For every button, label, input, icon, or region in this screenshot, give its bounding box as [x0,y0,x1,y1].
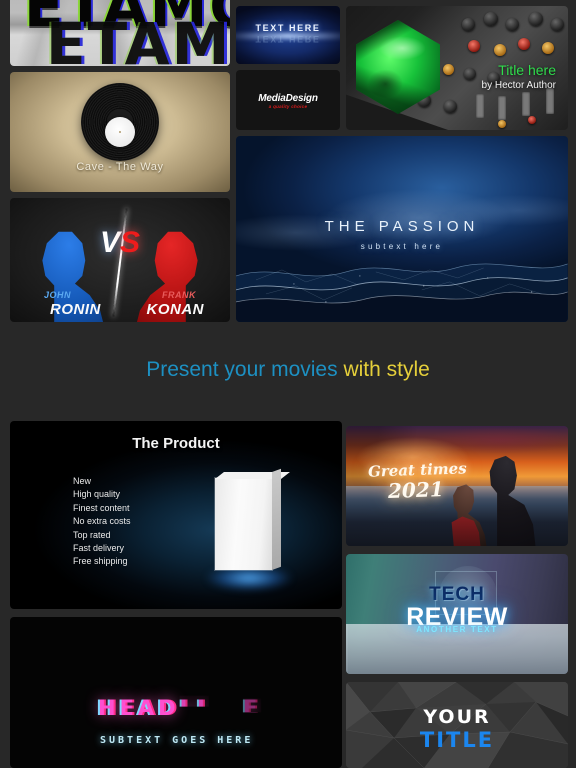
list-item: Fast delivery [73,543,125,554]
list-item: Free shipping [73,556,128,567]
text-here-reflection: TEXT HERE [255,33,321,44]
glitch-subtitle: SUBTEXT GOES HERE [100,734,254,746]
your-title-line-two: TITLE [419,727,495,752]
product-title: The Product [132,435,220,452]
list-item: High quality [73,489,121,500]
tech-line-three: ANOTHER TEXT [416,624,498,634]
card-the-passion[interactable]: THE PASSION subtext here [236,136,568,322]
card-vinyl-record[interactable]: Cave - The Way [10,72,230,192]
card-chrome-text[interactable]: ETAMO ETAMO [10,0,230,66]
list-item: No extra costs [73,516,131,527]
your-title-line-one: YOUR [423,706,491,729]
left-last-name: RONIN [50,301,101,318]
sunset-line-two: 2021 [387,476,445,503]
card-the-product[interactable]: The Product New High quality Finest cont… [10,421,342,609]
mixer-title: Title here [498,62,556,78]
card-versus[interactable]: VS JOHN RONIN FRANK KONAN [10,198,230,322]
product-feature-list: New High quality Finest content No extra… [73,475,131,569]
right-first-name: FRANK [162,290,196,300]
vs-letter-v: V [99,225,120,259]
card-audio-mixer[interactable]: Title here by Hector Author [346,6,568,130]
vinyl-label [105,117,135,147]
passion-subtitle: subtext here [360,242,444,252]
mixer-author: by Hector Author [481,80,556,91]
card-headline-glitch[interactable]: HEADLI E SUBTEXT GOES HERE [10,617,342,768]
text-here-title: TEXT HERE [255,23,321,34]
headline-part-two: with style [343,358,430,381]
glitch-title-part-c: E [242,695,262,720]
glitch-title-part-b: LI [179,695,209,720]
page-headline: Present your movies with style [0,358,576,382]
card-text-here[interactable]: TEXT HERE TEXT HERE [236,6,340,64]
left-first-name: JOHN [44,290,72,300]
list-item: New [73,476,92,486]
product-box-mockup [215,478,272,570]
glitch-title: HEADLI E [98,696,261,720]
card-your-title[interactable]: YOUR TITLE [346,682,568,768]
vinyl-title: Cave - The Way [76,160,164,173]
media-design-subtitle: a quality choice [268,103,308,109]
card-tech-review[interactable]: TECH REVIEW ANOTHER TEXT [346,554,568,674]
media-design-title: MediaDesign [258,92,318,104]
card-media-design[interactable]: MediaDesign a quality choice [236,70,340,130]
glitch-title-part-a: HEAD [98,695,180,720]
list-item: Top rated [73,529,111,540]
vs-badge: VS [100,226,140,260]
headline-part-one: Present your movies [146,358,338,381]
right-last-name: KONAN [146,301,204,318]
card-great-times[interactable]: Great times 2021 [346,426,568,546]
vs-letter-s: S [120,225,141,259]
divider-slash [112,208,128,317]
list-item: Finest content [73,502,130,513]
passion-title: THE PASSION [324,217,480,235]
preview-gallery-page: ETAMO ETAMO TEXT HERE TEXT HERE MediaDes… [0,0,576,768]
chrome-headline-bottom: ETAMO [46,10,230,66]
